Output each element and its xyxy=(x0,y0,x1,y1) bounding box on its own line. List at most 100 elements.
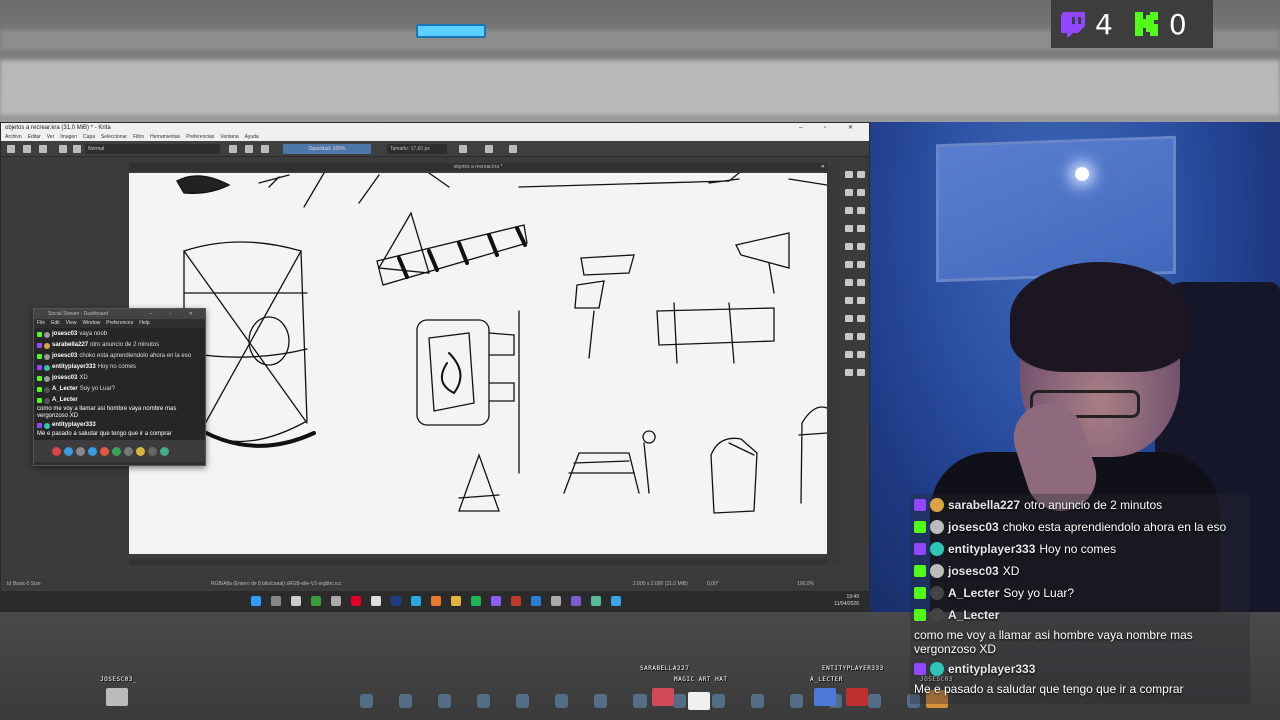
rect-tool-icon[interactable] xyxy=(845,261,853,268)
pinterest-icon[interactable] xyxy=(351,596,361,606)
filter-icon[interactable] xyxy=(88,446,97,456)
list-item[interactable]: A_Lecter xyxy=(37,395,202,406)
app-icon[interactable] xyxy=(311,596,321,606)
spotify-icon[interactable] xyxy=(471,596,481,606)
window-controls[interactable]: – ▫ ✕ xyxy=(799,123,863,133)
menu-edit[interactable]: Edit xyxy=(51,319,60,328)
menu-archivo[interactable]: Archivo xyxy=(5,133,22,141)
eyedropper-icon[interactable] xyxy=(857,279,865,286)
menu-filtro[interactable]: Filtro xyxy=(133,133,144,141)
window-controls[interactable]: – ▫ ✕ xyxy=(149,309,201,319)
menu-help[interactable]: Help xyxy=(139,319,149,328)
broom-icon[interactable] xyxy=(136,446,145,456)
menu-ayuda[interactable]: Ayuda xyxy=(245,133,259,141)
menu-editar[interactable]: Editar xyxy=(28,133,41,141)
krita-icon[interactable] xyxy=(491,596,501,606)
app-icon[interactable] xyxy=(511,596,521,606)
pan-tool-icon[interactable] xyxy=(845,369,853,376)
freehand-path-icon[interactable] xyxy=(845,315,853,322)
app-icon[interactable] xyxy=(391,596,401,606)
zoom-tool-icon[interactable] xyxy=(857,351,865,358)
gradient-tool-icon[interactable] xyxy=(857,333,865,340)
bell-icon[interactable] xyxy=(76,446,85,456)
move-tool-icon[interactable] xyxy=(857,189,865,196)
app-icon[interactable] xyxy=(571,596,581,606)
menu-preferencias[interactable]: Preferencias xyxy=(186,133,214,141)
document-tab[interactable]: objetos a recrear.kra * ✕ xyxy=(129,163,827,171)
list-item[interactable]: A_Lecter Soy yo Luar? xyxy=(37,384,202,395)
eraser-tool-icon[interactable] xyxy=(857,207,865,214)
preset-icon[interactable] xyxy=(73,145,81,153)
measure-tool-icon[interactable] xyxy=(857,369,865,376)
list-item[interactable]: josesc03 XD xyxy=(37,373,202,384)
app-icon[interactable] xyxy=(100,446,109,456)
list-item[interactable]: josesc03 vaya noob xyxy=(37,329,202,340)
menu-seleccionar[interactable]: Seleccionar xyxy=(101,133,127,141)
telegram-icon[interactable] xyxy=(411,596,421,606)
app-icon[interactable] xyxy=(371,596,381,606)
close-tab-icon[interactable]: ✕ xyxy=(821,163,825,171)
avatar xyxy=(44,364,50,371)
app-icon[interactable] xyxy=(551,596,561,606)
menu-view[interactable]: View xyxy=(66,319,77,328)
menu-window[interactable]: Window xyxy=(82,319,100,328)
vscode-icon[interactable] xyxy=(531,596,541,606)
alpha-lock-icon[interactable] xyxy=(245,145,253,153)
color-picker-icon[interactable] xyxy=(857,315,865,322)
app-icon[interactable] xyxy=(611,596,621,606)
brush-preset-icon[interactable] xyxy=(857,297,865,304)
opacity-slider[interactable]: Opacidad: 100% xyxy=(283,144,371,154)
line-tool-icon[interactable] xyxy=(845,243,853,250)
path-tool-icon[interactable] xyxy=(845,297,853,304)
brush-settings-icon[interactable] xyxy=(59,145,67,153)
menu-herramientas[interactable]: Herramientas xyxy=(150,133,180,141)
folder-icon[interactable] xyxy=(451,596,461,606)
menu-file[interactable]: File xyxy=(37,319,45,328)
pause-icon[interactable] xyxy=(52,446,61,456)
transform-tool-icon[interactable] xyxy=(857,171,865,178)
menu-preferences[interactable]: Preferences xyxy=(106,319,133,328)
gradient-icon[interactable] xyxy=(23,145,31,153)
menu-ventana[interactable]: Ventana xyxy=(220,133,238,141)
list-item[interactable]: josesc03 choko esta aprendiendolo ahora e… xyxy=(37,351,202,362)
shapes-icon[interactable] xyxy=(857,261,865,268)
brush-tool-icon[interactable] xyxy=(845,207,853,214)
taskbar-clock[interactable]: 19:49 11/04/2026 xyxy=(834,594,859,608)
pencil-tool-icon[interactable] xyxy=(845,225,853,232)
size-slider[interactable]: Tamaño: 17,60 px xyxy=(387,144,447,154)
mirror-icon[interactable] xyxy=(459,145,467,153)
ellipse-tool-icon[interactable] xyxy=(845,279,853,286)
select-tool-icon[interactable] xyxy=(845,171,853,178)
app-icon[interactable] xyxy=(124,446,133,456)
eraser-icon[interactable] xyxy=(229,145,237,153)
list-item[interactable]: entityplayer333 xyxy=(37,420,202,431)
pattern-icon[interactable] xyxy=(39,145,47,153)
wrap-icon[interactable] xyxy=(485,145,493,153)
chat-icon[interactable] xyxy=(64,446,73,456)
list-item[interactable]: entityplayer333 Hoy no comes xyxy=(37,362,202,373)
app-icon[interactable] xyxy=(591,596,601,606)
volume-icon[interactable] xyxy=(160,446,169,456)
text-tool-icon[interactable] xyxy=(845,189,853,196)
new-doc-icon[interactable] xyxy=(7,145,15,153)
drawing-canvas[interactable] xyxy=(129,173,827,554)
menu-capa[interactable]: Capa xyxy=(83,133,95,141)
menu-imagen[interactable]: Imagen xyxy=(60,133,77,141)
app-icon[interactable] xyxy=(331,596,341,606)
list-item[interactable]: sarabella227 otro anuncio de 2 minutos xyxy=(37,340,202,351)
reload-icon[interactable] xyxy=(261,145,269,153)
redo-icon[interactable] xyxy=(857,243,865,250)
menu-ver[interactable]: Ver xyxy=(47,133,55,141)
canvas-horizontal-scrollbar[interactable] xyxy=(129,559,827,565)
start-icon[interactable] xyxy=(251,596,261,606)
undo-icon[interactable] xyxy=(857,225,865,232)
crop-icon[interactable] xyxy=(509,145,517,153)
blend-mode-select[interactable]: Normal xyxy=(85,144,220,154)
app-icon[interactable] xyxy=(112,446,121,456)
keyboard-icon[interactable] xyxy=(148,446,157,456)
task-view-icon[interactable] xyxy=(271,596,281,606)
fill-tool-icon[interactable] xyxy=(845,333,853,340)
app-icon[interactable] xyxy=(291,596,301,606)
app-icon[interactable] xyxy=(431,596,441,606)
crop-tool-icon[interactable] xyxy=(845,351,853,358)
